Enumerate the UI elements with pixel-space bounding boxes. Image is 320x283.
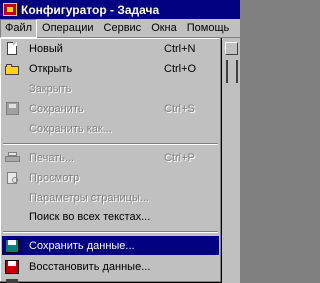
menu-item-partial	[2, 279, 62, 283]
file-menu-dropdown: Новый Ctrl+N Открыть Ctrl+O Закрыть Сохр…	[0, 38, 222, 283]
menu-bar: Файл Операции Сервис Окна Помощь	[0, 18, 240, 38]
menu-item-page-setup-label: Параметры страницы...	[29, 191, 150, 204]
menu-item-search-all[interactable]: Поиск во всех текстах...	[2, 207, 219, 226]
menu-item-preview-label: Просмотр	[29, 171, 80, 184]
menu-item-new[interactable]: Новый Ctrl+N	[2, 39, 219, 58]
save-data-icon	[5, 238, 21, 253]
menu-operations[interactable]: Операции	[37, 20, 98, 37]
menu-item-print-shortcut: Ctrl+P	[164, 151, 195, 164]
print-preview-icon	[5, 171, 21, 185]
menu-item-save-as[interactable]: Сохранить как...	[2, 119, 219, 138]
menu-windows[interactable]: Окна	[146, 20, 182, 37]
menu-item-new-shortcut: Ctrl+N	[164, 42, 196, 55]
new-document-icon	[7, 42, 17, 55]
menu-item-restore-data[interactable]: Восстановить данные...	[2, 257, 219, 276]
menu-item-open-shortcut: Ctrl+O	[164, 62, 197, 75]
menu-item-save-data[interactable]: Сохранить данные...	[2, 236, 219, 255]
window-title: Конфигуратор - Задача	[21, 2, 160, 17]
title-bar: Конфигуратор - Задача	[0, 0, 240, 19]
menu-item-save[interactable]: Сохранить Ctrl+S	[2, 99, 219, 118]
menu-item-close[interactable]: Закрыть	[2, 79, 219, 98]
menu-item-preview[interactable]: Просмотр	[2, 168, 219, 187]
menu-item-close-label: Закрыть	[29, 82, 72, 95]
menu-item-save-data-label: Сохранить данные...	[29, 239, 135, 252]
app-icon[interactable]	[3, 3, 17, 16]
menu-item-restore-data-label: Восстановить данные...	[29, 260, 151, 273]
menu-item-save-shortcut: Ctrl+S	[164, 102, 195, 115]
menu-service[interactable]: Сервис	[99, 20, 147, 37]
menu-separator	[3, 231, 218, 233]
menu-item-save-label: Сохранить	[29, 102, 84, 115]
workspace-toolbar-edge	[226, 60, 238, 83]
menu-separator	[3, 143, 218, 145]
window-control-button[interactable]	[225, 42, 238, 55]
restore-data-icon	[5, 259, 21, 274]
menu-item-page-setup[interactable]: Параметры страницы...	[2, 188, 219, 207]
save-disk-icon	[5, 101, 21, 116]
menu-item-print-label: Печать...	[29, 151, 75, 164]
menu-item-open[interactable]: Открыть Ctrl+O	[2, 59, 219, 78]
printer-icon	[5, 151, 21, 165]
menu-item-print[interactable]: Печать... Ctrl+P	[2, 148, 219, 167]
menu-item-open-label: Открыть	[29, 62, 73, 75]
menu-item-save-as-label: Сохранить как...	[29, 122, 112, 135]
menu-item-new-label: Новый	[29, 42, 63, 55]
menu-help[interactable]: Помощь	[182, 20, 235, 37]
open-folder-icon	[5, 62, 21, 76]
menu-item-search-all-label: Поиск во всех текстах...	[29, 210, 151, 223]
menu-file[interactable]: Файл	[0, 18, 38, 38]
